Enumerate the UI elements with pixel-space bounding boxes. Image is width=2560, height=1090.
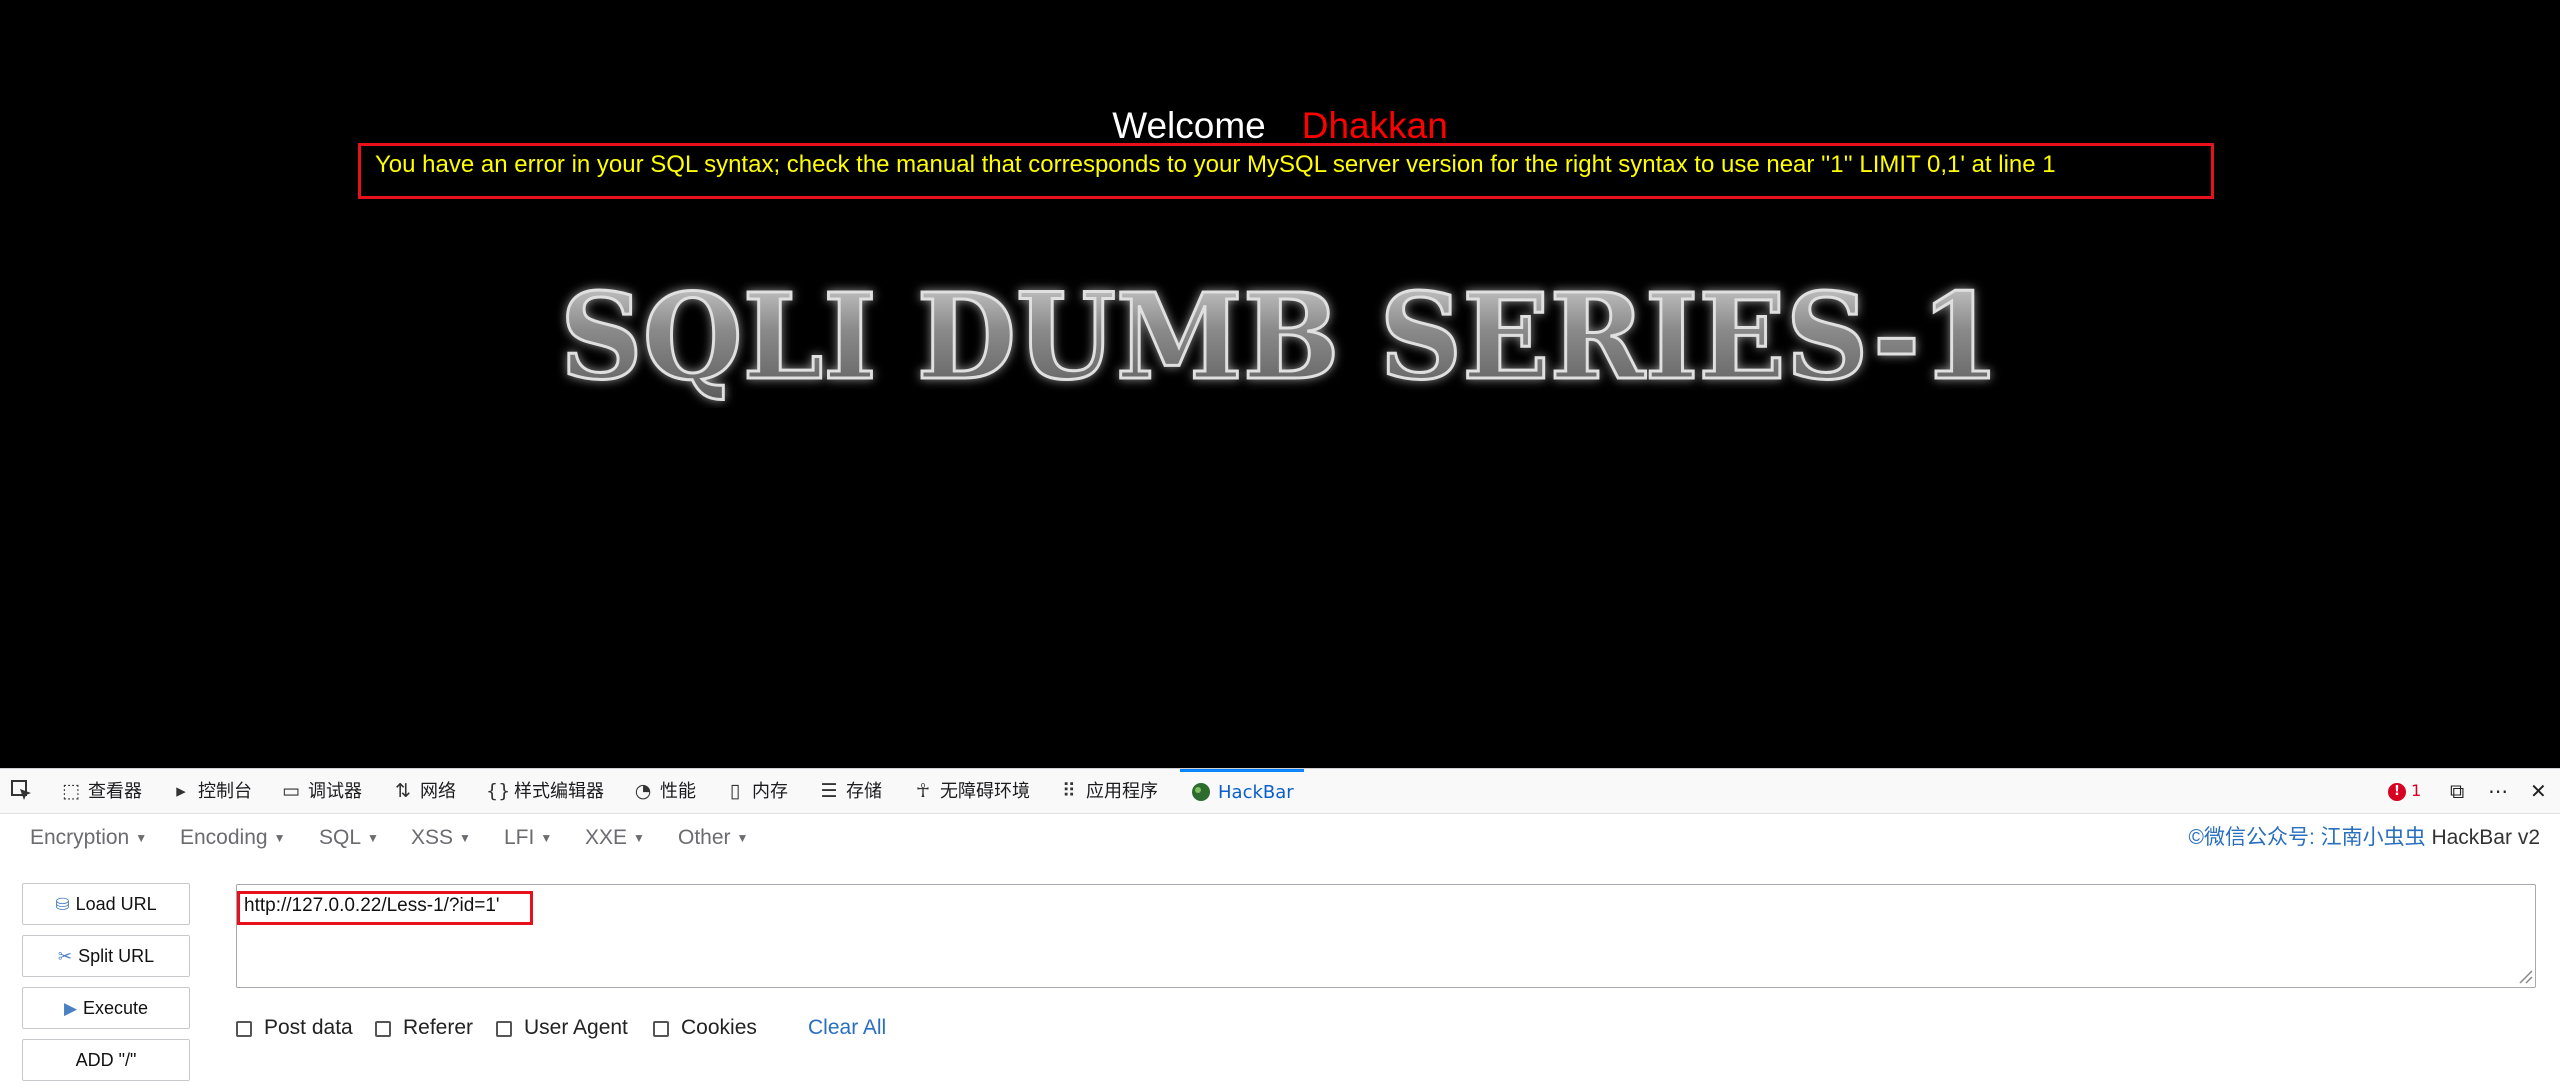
menu-sql[interactable]: SQL ▼ [319,813,379,863]
tab-label: 性能 [660,781,696,802]
referer-checkbox[interactable] [375,1021,391,1037]
banner-text: SQLI DUMB SERIES-1 [560,268,2000,406]
add-slash-button[interactable]: ADD "/" [22,1039,190,1081]
load-url-button[interactable]: ⛁ Load URL [22,883,190,925]
tab-label: 内存 [752,781,788,802]
cookies-option[interactable]: Cookies [653,1016,757,1040]
menu-label: SQL [319,826,362,849]
load-url-icon: ⛁ [55,895,70,914]
username: Dhakkan [1301,105,1448,146]
split-url-icon: ✂ [57,947,73,966]
tab-accessibility[interactable]: ☥ 无障碍环境 [912,769,1030,813]
menu-other[interactable]: Other ▼ [678,813,748,863]
menu-label: Encryption [30,826,130,849]
chevron-down-icon: ▼ [135,831,148,846]
error-counter[interactable]: ! 1 [2388,769,2421,813]
tab-application[interactable]: ⠿ 应用程序 [1058,769,1158,813]
cookies-checkbox[interactable] [653,1021,669,1037]
chevron-down-icon: ▼ [633,831,645,846]
tab-style-editor[interactable]: {} 样式编辑器 [486,769,604,813]
chevron-down-icon: ▼ [367,831,379,846]
menu-encryption[interactable]: Encryption ▼ [30,813,147,863]
tab-performance[interactable]: ◔ 性能 [632,769,696,813]
tab-debugger[interactable]: ▭ 调试器 [280,769,362,813]
tab-hackbar[interactable]: HackBar [1180,769,1304,813]
post-data-label: Post data [264,1016,353,1039]
referer-label: Referer [403,1016,474,1039]
more-options-icon[interactable]: ⋯ [2488,769,2508,813]
element-picker-icon[interactable] [10,769,34,813]
user-agent-label: User Agent [524,1016,628,1039]
copyright-source: ©微信公众号: 江南小虫虫 [2188,826,2426,849]
load-url-label: Load URL [75,894,157,914]
chevron-down-icon: ▼ [736,831,749,846]
sqli-banner-image: SQLI DUMB SERIES-1 [559,268,2002,408]
copyright-version: HackBar v2 [2425,826,2540,849]
tab-console[interactable]: ▸ 控制台 [170,769,252,813]
clear-all-link[interactable]: Clear All [808,1016,886,1040]
menu-xss[interactable]: XSS ▼ [411,813,471,863]
tab-label: 调试器 [308,781,362,802]
console-icon: ▸ [176,780,186,802]
post-data-option[interactable]: Post data [236,1016,353,1040]
tab-label: 查看器 [88,781,142,802]
menu-label: LFI [504,826,535,849]
menu-encoding[interactable]: Encoding ▼ [180,813,285,863]
performance-icon: ◔ [634,780,652,802]
debugger-icon: ▭ [282,780,300,802]
style-editor-icon: {} [486,780,511,802]
sql-error-message: You have an error in your SQL syntax; ch… [375,151,2056,178]
chevron-down-icon: ▼ [540,831,553,846]
cookies-label: Cookies [681,1016,757,1039]
welcome-label: Welcome [1112,105,1266,146]
menu-label: Other [678,826,731,849]
error-icon: ! [2388,782,2406,801]
network-icon: ⇅ [395,780,411,802]
tab-memory[interactable]: ▯ 内存 [724,769,788,813]
tab-label: 应用程序 [1086,781,1158,802]
tab-label: 无障碍环境 [940,781,1030,802]
tab-label: 存储 [846,781,882,802]
accessibility-icon: ☥ [915,780,931,802]
close-icon[interactable]: ✕ [2530,769,2547,813]
post-data-checkbox[interactable] [236,1021,252,1037]
user-agent-checkbox[interactable] [496,1021,512,1037]
add-slash-label: ADD "/" [75,1050,137,1070]
inspector-icon: ⬚ [62,780,80,802]
url-textarea[interactable] [236,884,2536,988]
split-url-label: Split URL [78,946,155,966]
tab-label: HackBar [1218,782,1294,803]
menu-lfi[interactable]: LFI ▼ [504,813,552,863]
tab-label: 网络 [420,781,456,802]
dock-side-icon[interactable]: ⧉ [2450,769,2464,813]
resize-grip-icon[interactable] [2515,966,2533,984]
error-count-value: 1 [2411,781,2422,800]
tab-inspector[interactable]: ⬚ 查看器 [60,769,142,813]
memory-icon: ▯ [729,780,741,802]
url-highlight-box [237,891,533,925]
menu-label: XXE [585,826,628,849]
user-agent-option[interactable]: User Agent [496,1016,628,1040]
hackbar-icon [1190,772,1212,812]
execute-icon: ▶ [63,999,78,1018]
menu-xxe[interactable]: XXE ▼ [585,813,645,863]
hackbar-menu: Encryption ▼ Encoding ▼ SQL ▼ XSS ▼ LFI ▼ XXE… [0,813,2560,863]
split-url-button[interactable]: ✂ Split URL [22,935,190,977]
devtools-toolbar: ⬚ 查看器 ▸ 控制台 ▭ 调试器 ⇅ 网络 {} 样式编辑器 ◔ 性能 ▯ 内存 ☰ 存储 ☥… [0,769,2560,814]
tab-label: 控制台 [198,781,252,802]
chevron-down-icon: ▼ [273,831,286,846]
execute-button[interactable]: ▶ Execute [22,987,190,1029]
referer-option[interactable]: Referer [375,1016,473,1040]
chevron-down-icon: ▼ [459,831,471,846]
menu-label: Encoding [180,826,268,849]
tab-label: 样式编辑器 [514,781,604,802]
menu-label: XSS [411,826,454,849]
tab-network[interactable]: ⇅ 网络 [392,769,456,813]
storage-icon: ☰ [820,780,838,802]
hackbar-copyright: ©微信公众号: 江南小虫虫 HackBar v2 [2188,813,2540,863]
tab-storage[interactable]: ☰ 存储 [818,769,882,813]
application-icon: ⠿ [1062,780,1076,802]
page-content: Welcome Dhakkan You have an error in your… [0,0,2560,768]
execute-label: Execute [83,998,149,1018]
